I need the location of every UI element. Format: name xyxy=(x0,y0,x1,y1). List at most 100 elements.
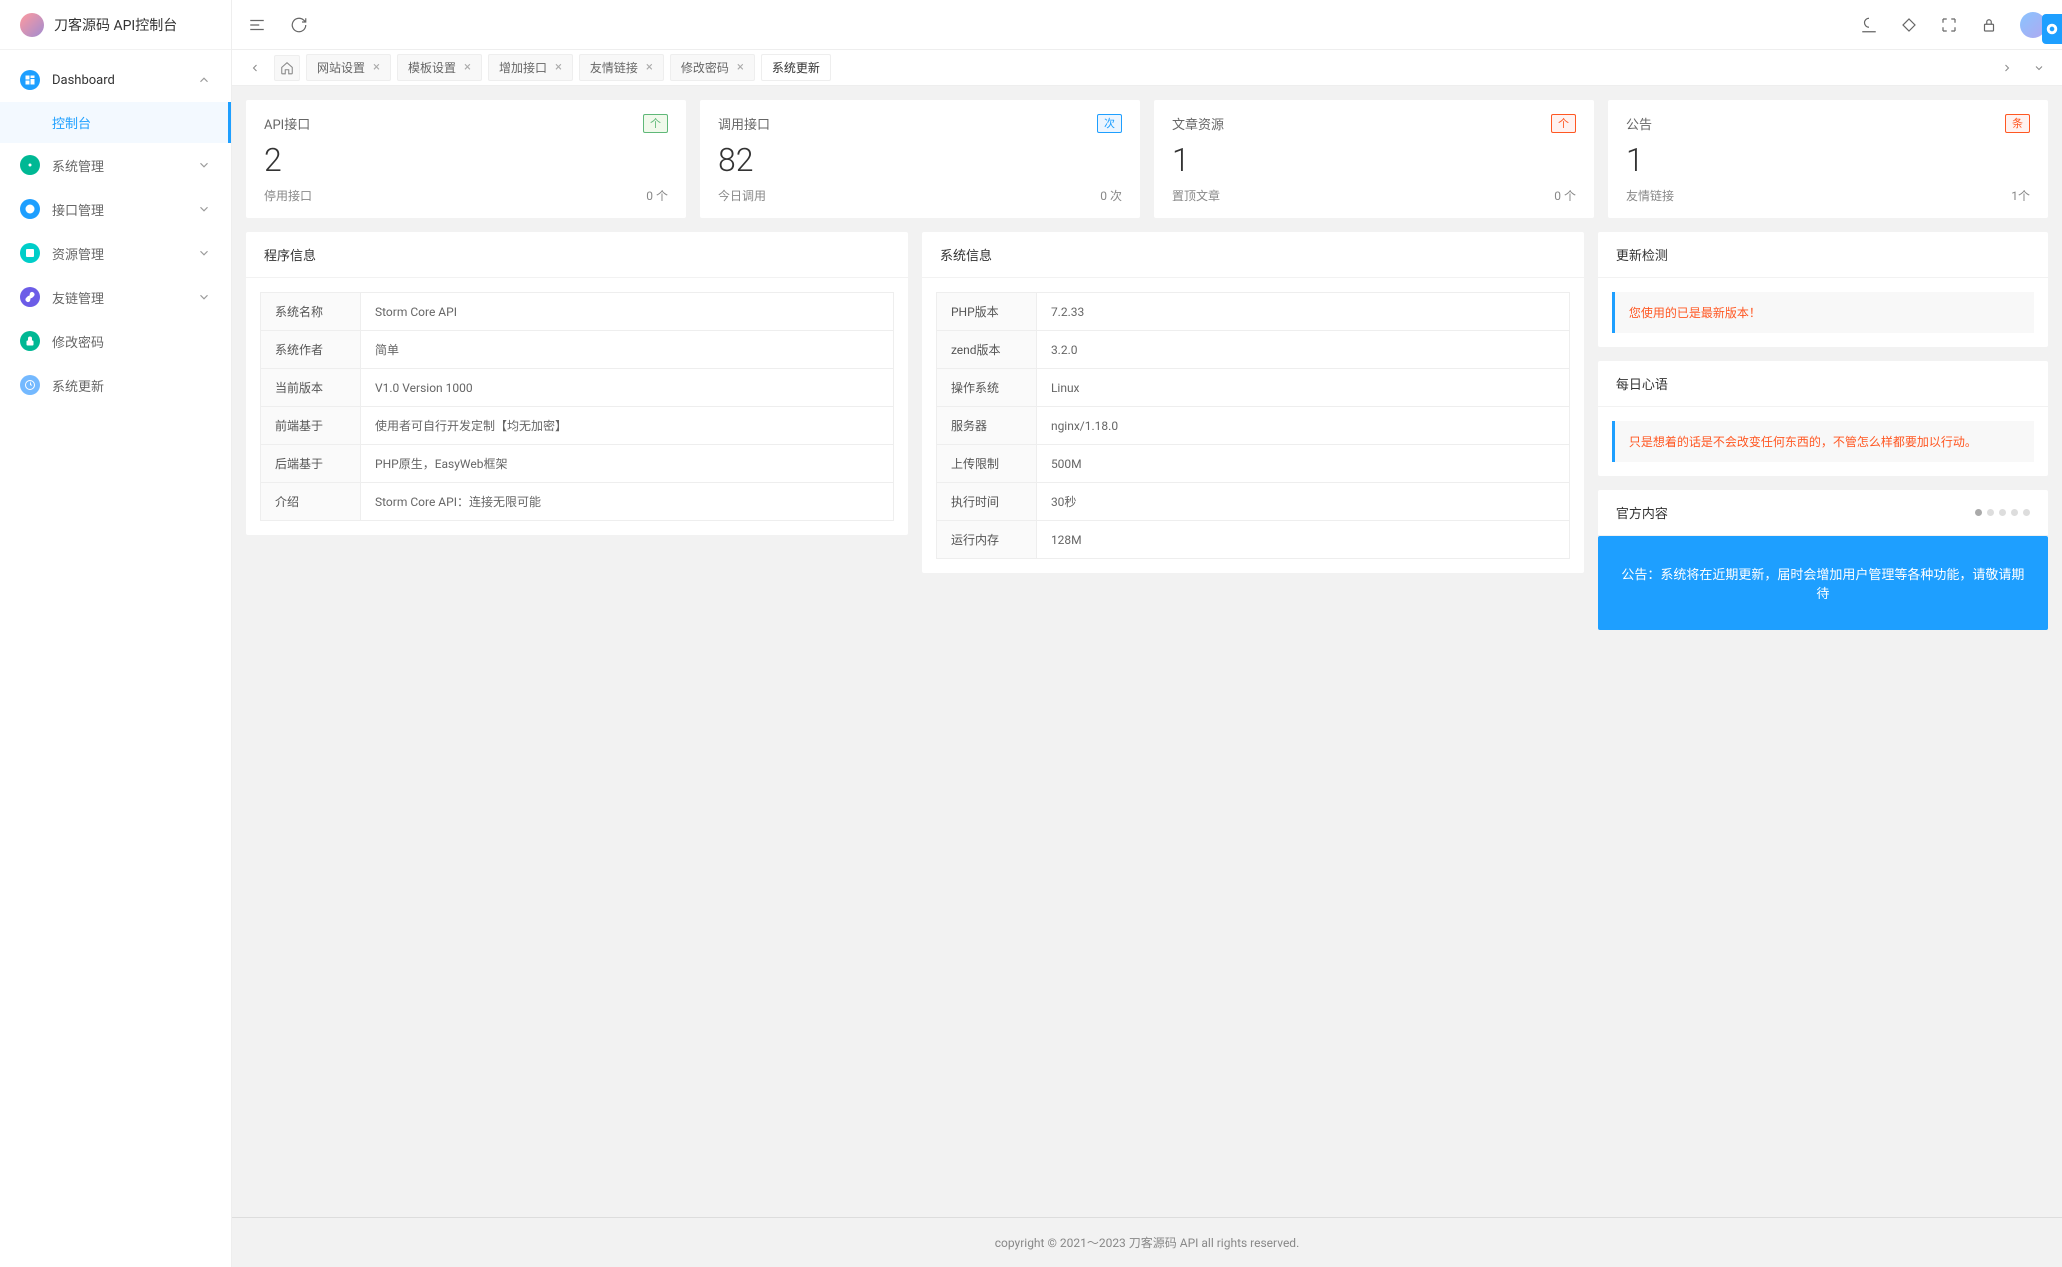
table-row: 前端基于使用者可自行开发定制【均无加密】 xyxy=(261,407,894,445)
sidebar-item-api-manage[interactable]: 接口管理 xyxy=(0,187,231,231)
content: API接口个 2 停用接口0 个 调用接口次 82 今日调用0 次 文章资源个 … xyxy=(232,86,2062,1217)
row-key: 运行内存 xyxy=(936,521,1036,559)
table-row: 后端基于PHP原生，EasyWeb框架 xyxy=(261,445,894,483)
card-title: 文章资源 xyxy=(1172,114,1224,133)
stat-card: 文章资源个 1 置顶文章0 个 xyxy=(1154,100,1594,218)
update-message: 您使用的已是最新版本！ xyxy=(1612,292,2034,333)
row-key: 后端基于 xyxy=(261,445,361,483)
chevron-down-icon xyxy=(197,246,211,260)
header xyxy=(232,0,2062,50)
system-info-panel: 系统信息 PHP版本7.2.33zend版本3.2.0操作系统Linux服务器n… xyxy=(922,232,1584,573)
update-check-panel: 更新检测 您使用的已是最新版本！ xyxy=(1598,232,2048,347)
sidebar-item-resource-manage[interactable]: 资源管理 xyxy=(0,231,231,275)
card-sub-label: 友情链接 xyxy=(1626,187,1674,204)
gear-icon xyxy=(20,155,40,175)
close-icon[interactable]: × xyxy=(555,61,562,74)
card-badge: 个 xyxy=(1551,114,1576,133)
chevron-down-icon xyxy=(197,202,211,216)
tab-add-api[interactable]: 增加接口× xyxy=(488,54,573,81)
tab-next[interactable] xyxy=(1994,55,2020,81)
row-value: V1.0 Version 1000 xyxy=(361,369,894,407)
row-key: 操作系统 xyxy=(936,369,1036,407)
program-info-panel: 程序信息 系统名称Storm Core API系统作者简单当前版本V1.0 Ve… xyxy=(246,232,908,535)
nav: Dashboard 控制台 系统管理 接口管理 xyxy=(0,50,231,1267)
update-icon xyxy=(20,375,40,395)
table-row: 执行时间30秒 xyxy=(936,483,1569,521)
row-key: 当前版本 xyxy=(261,369,361,407)
tab-menu[interactable] xyxy=(2026,55,2052,81)
panel-title: 更新检测 xyxy=(1598,232,2048,278)
sidebar-item-change-password[interactable]: 修改密码 xyxy=(0,319,231,363)
logo[interactable]: 刀客源码 API控制台 xyxy=(0,0,231,50)
tab-prev[interactable] xyxy=(242,55,268,81)
card-value: 1 xyxy=(1626,141,2030,179)
row-value: 30秒 xyxy=(1036,483,1569,521)
stat-card: 调用接口次 82 今日调用0 次 xyxy=(700,100,1140,218)
tab-template-settings[interactable]: 模板设置× xyxy=(397,54,482,81)
lock-icon xyxy=(20,331,40,351)
carousel-slide[interactable]: 公告：系统将在近期更新，届时会增加用户管理等各种功能，请敬请期待 xyxy=(1598,536,2048,630)
note-icon[interactable] xyxy=(1900,16,1918,34)
dot[interactable] xyxy=(2011,509,2018,516)
sidebar-item-link-manage[interactable]: 友链管理 xyxy=(0,275,231,319)
row-key: 上传限制 xyxy=(936,445,1036,483)
row-value: 3.2.0 xyxy=(1036,331,1569,369)
dot[interactable] xyxy=(2023,509,2030,516)
api-icon xyxy=(20,199,40,219)
dot[interactable] xyxy=(1987,509,1994,516)
refresh-icon[interactable] xyxy=(290,16,308,34)
close-icon[interactable]: × xyxy=(464,61,471,74)
menu-toggle-icon[interactable] xyxy=(248,16,266,34)
dot[interactable] xyxy=(1975,509,1982,516)
tab-change-password[interactable]: 修改密码× xyxy=(670,54,755,81)
sidebar-item-system-update[interactable]: 系统更新 xyxy=(0,363,231,407)
fullscreen-icon[interactable] xyxy=(1940,16,1958,34)
dot[interactable] xyxy=(1999,509,2006,516)
panel-title: 程序信息 xyxy=(246,232,908,278)
card-title: 调用接口 xyxy=(718,114,770,133)
sidebar-item-dashboard[interactable]: Dashboard xyxy=(0,58,231,102)
tab-home[interactable] xyxy=(274,55,300,81)
table-row: 系统作者简单 xyxy=(261,331,894,369)
close-icon[interactable]: × xyxy=(737,61,744,74)
resource-icon xyxy=(20,243,40,263)
row-key: 系统名称 xyxy=(261,293,361,331)
table-row: 运行内存128M xyxy=(936,521,1569,559)
tab-friend-links[interactable]: 友情链接× xyxy=(579,54,664,81)
quote-message: 只是想着的话是不会改变任何东西的，不管怎么样都要加以行动。 xyxy=(1612,421,2034,462)
row-value: PHP原生，EasyWeb框架 xyxy=(361,445,894,483)
row-key: 系统作者 xyxy=(261,331,361,369)
sidebar-item-system-manage[interactable]: 系统管理 xyxy=(0,143,231,187)
chevron-down-icon xyxy=(197,158,211,172)
close-icon[interactable]: × xyxy=(373,61,380,74)
table-row: zend版本3.2.0 xyxy=(936,331,1569,369)
card-value: 2 xyxy=(264,141,668,179)
card-value: 82 xyxy=(718,141,1122,179)
close-icon[interactable]: × xyxy=(646,61,653,74)
theme-icon[interactable] xyxy=(1860,16,1878,34)
carousel-dots[interactable] xyxy=(1975,509,2030,516)
dashboard-icon xyxy=(20,70,40,90)
card-sub-value: 1个 xyxy=(2011,187,2030,204)
logo-icon xyxy=(20,13,44,37)
row-value: 7.2.33 xyxy=(1036,293,1569,331)
card-badge: 次 xyxy=(1097,114,1122,133)
stat-card: 公告条 1 友情链接1个 xyxy=(1608,100,2048,218)
chevron-down-icon xyxy=(197,290,211,304)
settings-drawer-toggle[interactable] xyxy=(2042,14,2062,44)
row-key: 介绍 xyxy=(261,483,361,521)
panel-title: 官方内容 xyxy=(1616,503,1668,522)
row-key: 执行时间 xyxy=(936,483,1036,521)
tab-system-update[interactable]: 系统更新 xyxy=(761,54,831,81)
stat-card: API接口个 2 停用接口0 个 xyxy=(246,100,686,218)
panel-title: 系统信息 xyxy=(922,232,1584,278)
row-value: Linux xyxy=(1036,369,1569,407)
table-row: 上传限制500M xyxy=(936,445,1569,483)
tab-site-settings[interactable]: 网站设置× xyxy=(306,54,391,81)
lock-screen-icon[interactable] xyxy=(1980,16,1998,34)
panel-title: 每日心语 xyxy=(1598,361,2048,407)
table-row: 系统名称Storm Core API xyxy=(261,293,894,331)
tabbar: 网站设置× 模板设置× 增加接口× 友情链接× 修改密码× 系统更新 xyxy=(232,50,2062,86)
sidebar-item-console[interactable]: 控制台 xyxy=(0,102,231,143)
card-sub-label: 停用接口 xyxy=(264,187,312,204)
